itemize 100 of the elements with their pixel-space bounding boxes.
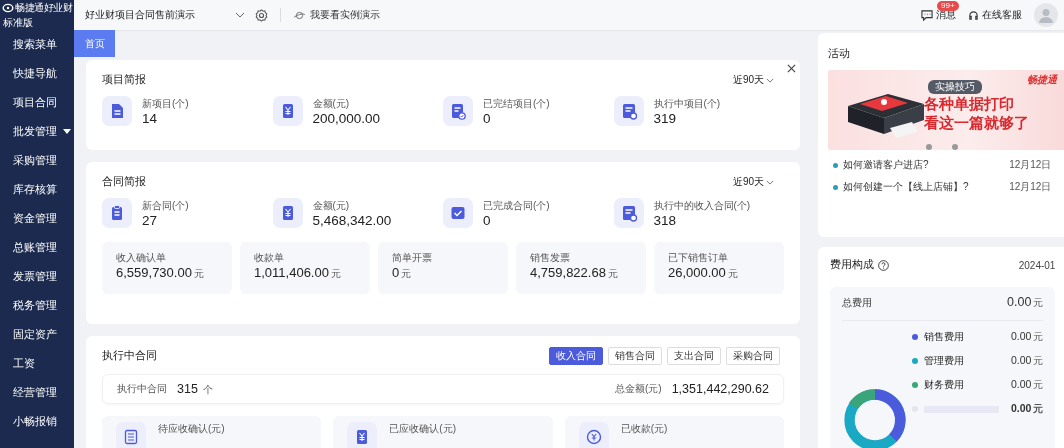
legend-value: 0.00 元 bbox=[1011, 330, 1044, 344]
total-label: 销售发票 bbox=[530, 251, 571, 265]
stat-value: 200,000.00 bbox=[312, 110, 381, 126]
account-dropdown[interactable]: 好业财项目合同售前演示 bbox=[85, 8, 245, 22]
carousel-dot[interactable] bbox=[952, 144, 958, 150]
caret-icon bbox=[766, 179, 774, 185]
sidebar-item[interactable]: 库存核算 bbox=[0, 175, 74, 204]
period-dropdown[interactable]: 近90天 bbox=[732, 175, 774, 189]
card-title: 费用构成 bbox=[830, 258, 874, 272]
total-value: 6,559,730.00元 bbox=[116, 265, 205, 281]
stat-value: 319 bbox=[653, 110, 678, 126]
legend-label: 销售费用 bbox=[924, 330, 964, 344]
banner-image[interactable]: 畅捷通 实操技巧 各种单据打印 看这一篇就够了 bbox=[828, 70, 1064, 150]
sidebar-item[interactable]: 采购管理 bbox=[0, 146, 74, 175]
planet-icon bbox=[293, 10, 306, 20]
total-value: 26,000.00元 bbox=[668, 265, 739, 281]
sidebar-item[interactable]: 小畅报销 bbox=[0, 407, 74, 436]
banner-brand: 畅捷通 bbox=[1027, 73, 1058, 87]
form-icon bbox=[613, 96, 644, 126]
sidebar-item[interactable]: 搜索菜单 bbox=[0, 30, 74, 59]
check-icon bbox=[443, 198, 473, 228]
total-value: 0.00 元 bbox=[1007, 295, 1044, 310]
sidebar-item[interactable]: 发票管理 bbox=[0, 262, 74, 291]
sidebar-item[interactable]: 资金管理 bbox=[0, 204, 74, 233]
total-label: 已下销售订单 bbox=[668, 251, 729, 265]
checklist-icon bbox=[443, 96, 473, 126]
stat-value: 318 bbox=[653, 212, 678, 228]
close-icon[interactable] bbox=[787, 64, 796, 73]
legend-label: 管理费用 bbox=[924, 354, 964, 368]
notification-badge: 99+ bbox=[937, 1, 959, 11]
settings-icon[interactable] bbox=[255, 8, 268, 22]
brand-name: 畅捷通好业财 bbox=[15, 1, 74, 15]
filter-button[interactable]: 销售合同 bbox=[608, 347, 662, 365]
total-value: 1,011,406.00元 bbox=[254, 265, 342, 281]
sidebar-item[interactable]: 工资 bbox=[0, 349, 74, 378]
carousel-dot[interactable] bbox=[926, 144, 932, 150]
chat-icon bbox=[921, 9, 933, 21]
article-link[interactable]: 如何创建一个【线上店铺】? bbox=[843, 180, 1010, 194]
sidebar-item[interactable]: 固定资产 bbox=[0, 320, 74, 349]
stat-value: 0 bbox=[483, 110, 492, 126]
legend-value: 0.00 元 bbox=[1011, 378, 1044, 392]
total-value: 4,759,822.68元 bbox=[530, 265, 619, 281]
card-title: 合同简报 bbox=[102, 175, 146, 189]
total-label: 总费用 bbox=[842, 295, 872, 310]
banner-tag: 实操技巧 bbox=[928, 80, 982, 94]
donut-drawing bbox=[842, 387, 908, 448]
banner-headline: 看这一篇就够了 bbox=[924, 114, 1029, 133]
banner-headline: 各种单据打印 bbox=[924, 95, 1015, 114]
legend-label: 财务费用 bbox=[924, 378, 964, 392]
caret-icon bbox=[766, 77, 774, 83]
legend-value: 0.00 元 bbox=[1011, 402, 1044, 416]
count-label: 执行中合同 bbox=[117, 382, 167, 396]
stat-value: 5,468,342.00 bbox=[312, 212, 392, 228]
tile-label: 待应收确认(元) bbox=[158, 422, 225, 436]
filter-button[interactable]: 收入合同 bbox=[549, 347, 603, 365]
sidebar-item[interactable]: 批发管理 bbox=[0, 117, 74, 146]
help-icon[interactable] bbox=[878, 259, 889, 271]
page-tab[interactable]: 首页 bbox=[74, 30, 115, 57]
total-label: 收入确认单 bbox=[116, 251, 167, 265]
sidebar-item[interactable]: 总账管理 bbox=[0, 233, 74, 262]
filter-button[interactable]: 采购合同 bbox=[726, 347, 780, 365]
sidebar-item[interactable]: 快捷导航 bbox=[0, 59, 74, 88]
count-value: 315 个 bbox=[177, 381, 214, 397]
stat-label: 已完成合同(个) bbox=[483, 198, 550, 213]
article-date: 12月12日 bbox=[1009, 180, 1052, 194]
period-dropdown[interactable]: 近90天 bbox=[732, 73, 774, 87]
legend-value: 0.00 元 bbox=[1011, 354, 1044, 368]
card-title: 执行中合同 bbox=[102, 349, 157, 363]
tile-label: 已应收确认(元) bbox=[389, 422, 456, 436]
sidebar-item[interactable]: 项目合同 bbox=[0, 88, 74, 117]
document-icon bbox=[102, 96, 132, 126]
total-value: 0元 bbox=[392, 265, 413, 281]
total-label: 简单开票 bbox=[392, 251, 433, 265]
filter-button[interactable]: 支出合同 bbox=[667, 347, 721, 365]
caret-icon bbox=[235, 12, 245, 18]
form-icon bbox=[613, 198, 644, 228]
stat-label: 已完结项目(个) bbox=[483, 96, 550, 111]
card-title: 活动 bbox=[828, 47, 850, 59]
stat-label: 新项目(个) bbox=[142, 96, 189, 111]
caret-icon bbox=[63, 128, 71, 135]
total-amount-value: 1,351,442,290.62 bbox=[671, 382, 769, 396]
article-link[interactable]: 如何邀请客户进店? bbox=[843, 158, 1010, 172]
headset-icon bbox=[968, 9, 979, 21]
card-title: 项目简报 bbox=[102, 73, 146, 87]
bullet-icon bbox=[833, 162, 838, 168]
bullet-icon bbox=[833, 184, 838, 190]
total-amount-label: 总金额(元) bbox=[615, 382, 662, 396]
demo-link[interactable]: 我要看实例演示 bbox=[293, 8, 380, 22]
stat-label: 金额(元) bbox=[312, 96, 351, 111]
support-button[interactable]: 在线客服 bbox=[968, 8, 1022, 22]
stat-value: 14 bbox=[142, 110, 159, 126]
stat-label: 金额(元) bbox=[312, 198, 351, 213]
period-label: 2024-01 bbox=[1018, 259, 1056, 271]
edition-label: 标准版 bbox=[2, 17, 34, 29]
messages-button[interactable]: 消息 bbox=[921, 8, 956, 22]
sidebar-item[interactable]: 经营管理 bbox=[0, 378, 74, 407]
sidebar-item[interactable]: 税务管理 bbox=[0, 291, 74, 320]
total-label: 收款单 bbox=[254, 251, 285, 265]
money-icon bbox=[272, 96, 303, 126]
tile-label: 已收款(元) bbox=[620, 422, 668, 436]
